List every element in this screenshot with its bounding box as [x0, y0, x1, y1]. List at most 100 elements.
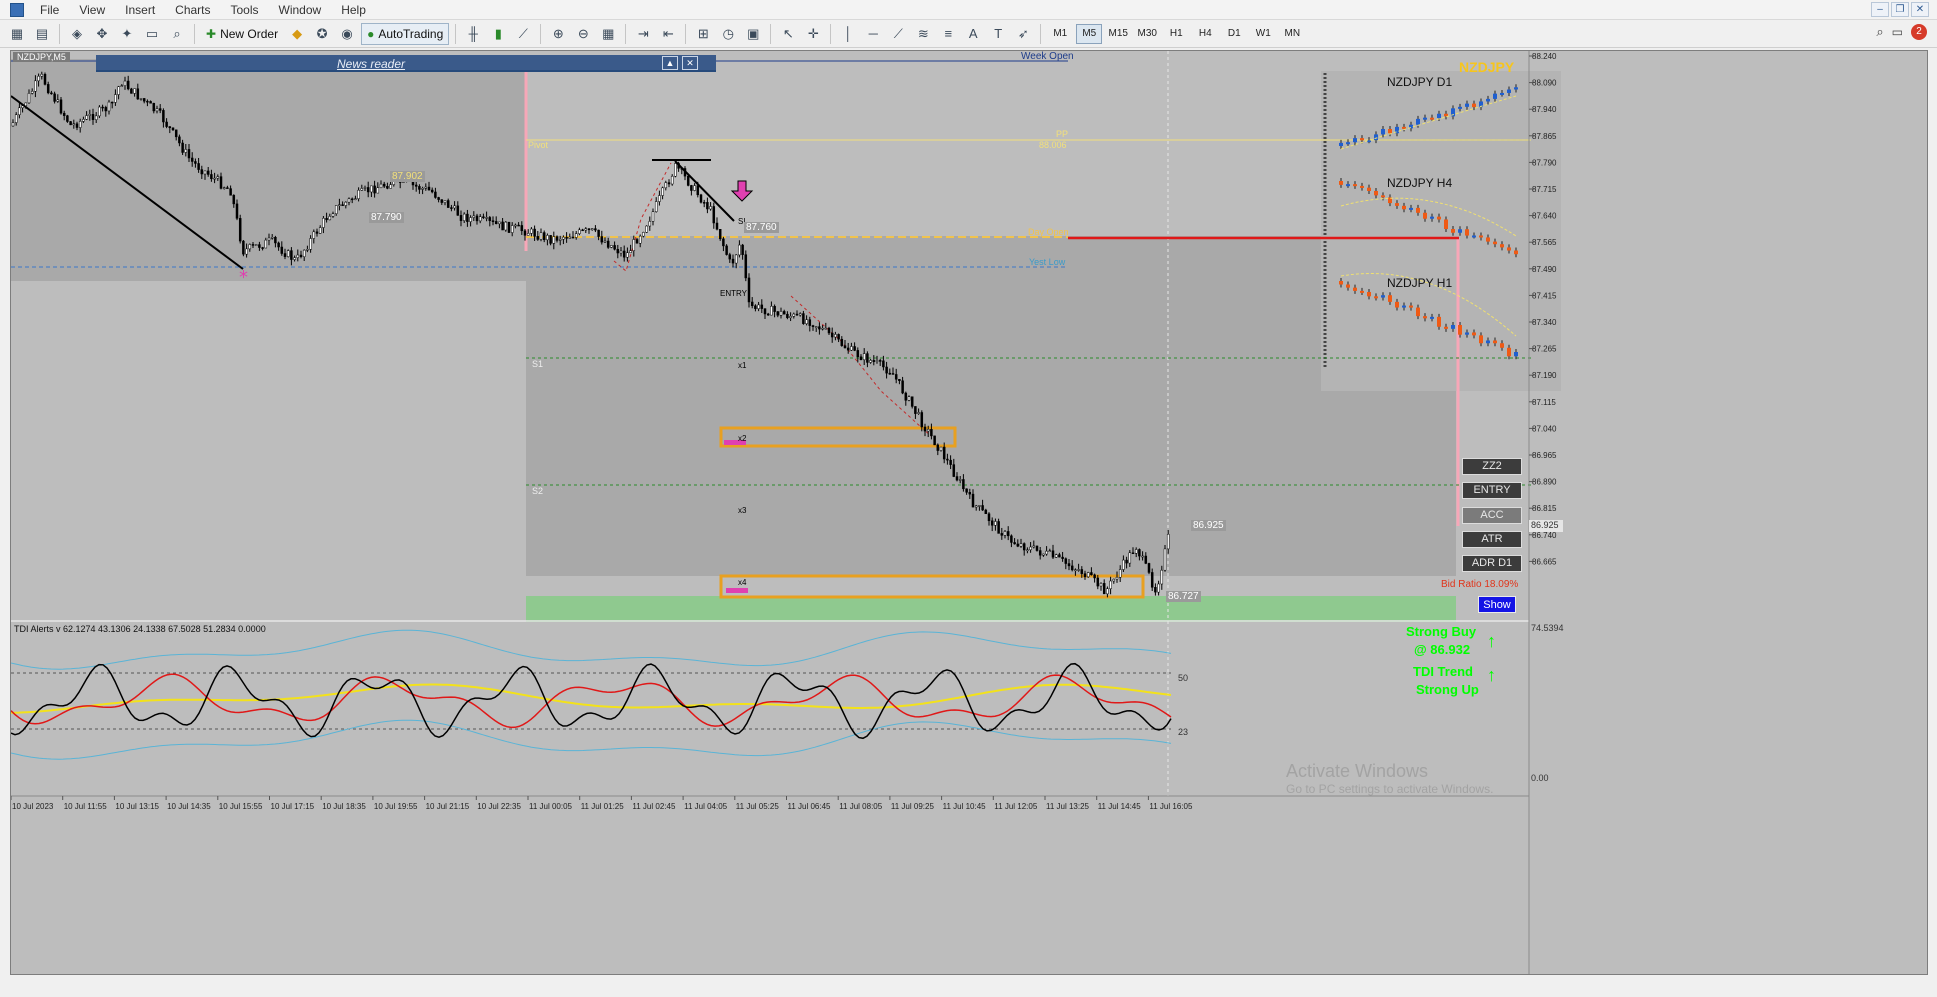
line-chart-icon[interactable]: ⟋ — [512, 23, 534, 45]
show-button[interactable]: Show — [1478, 596, 1516, 613]
zz2-button[interactable]: ZZ2 — [1462, 458, 1522, 475]
timeframe-h1[interactable]: H1 — [1163, 24, 1189, 44]
candle — [866, 353, 869, 363]
menu-window[interactable]: Window — [269, 3, 332, 17]
navigator-icon[interactable]: ✦ — [116, 23, 138, 45]
price-tick-label: 87.640 — [1532, 212, 1557, 221]
atr-button[interactable]: ATR — [1462, 531, 1522, 548]
zoom-out-icon[interactable]: ⊖ — [572, 23, 594, 45]
new-order-button[interactable]: ✚ New Order — [201, 23, 283, 45]
trendline-icon[interactable]: ⟋ — [887, 23, 909, 45]
symbol-tab[interactable]: NZDJPY,M5 — [13, 52, 70, 62]
chart-shift-icon[interactable]: ⇤ — [657, 23, 679, 45]
cursor-icon[interactable]: ↖ — [777, 23, 799, 45]
indicators-icon[interactable]: ⊞ — [692, 23, 714, 45]
text-label-icon[interactable]: T — [987, 23, 1009, 45]
candle — [293, 257, 296, 260]
zoom-in-icon[interactable]: ⊕ — [547, 23, 569, 45]
candle — [536, 236, 540, 240]
tester-icon[interactable]: ⌕ — [166, 23, 188, 45]
mtf-candle — [1360, 290, 1364, 293]
search-icon[interactable]: ⌕ — [1876, 24, 1883, 40]
arrows-icon[interactable]: ➶ — [1012, 23, 1034, 45]
candle — [923, 426, 927, 432]
candle — [94, 115, 98, 120]
candle — [830, 332, 834, 338]
horizontal-line-icon[interactable]: ─ — [862, 23, 884, 45]
candle — [251, 244, 255, 246]
menu-tools[interactable]: Tools — [221, 3, 269, 17]
candle — [414, 184, 418, 187]
close-icon[interactable]: ✕ — [1911, 2, 1929, 17]
x3-label: x3 — [738, 506, 747, 515]
tdi-level-23-label: 23 — [1178, 727, 1189, 737]
vertical-line-icon[interactable]: │ — [837, 23, 859, 45]
toolbar-separator — [685, 23, 687, 44]
collapse-icon[interactable]: ▲ — [662, 56, 678, 70]
chart-window[interactable]: * 88.240 88.090 87.940 87.865 87.790 87.715 87… — [10, 50, 1928, 975]
candle — [779, 311, 783, 316]
timeframe-m15[interactable]: M15 — [1105, 24, 1131, 44]
fibonacci-icon[interactable]: ≡ — [937, 23, 959, 45]
autoscroll-icon[interactable]: ⇥ — [632, 23, 654, 45]
terminal-icon[interactable]: ▭ — [141, 23, 163, 45]
market-watch-icon[interactable]: ◈ — [66, 23, 88, 45]
acc-button[interactable]: ACC — [1462, 507, 1522, 524]
notification-badge[interactable]: 2 — [1911, 24, 1927, 40]
menu-help[interactable]: Help — [331, 3, 376, 17]
candle — [542, 232, 546, 241]
entry-button[interactable]: ENTRY — [1462, 482, 1522, 499]
timeframe-mn[interactable]: MN — [1279, 24, 1305, 44]
candle — [498, 221, 501, 225]
candle — [1064, 558, 1068, 564]
mtf-candle — [1353, 287, 1357, 291]
timeframe-m30[interactable]: M30 — [1134, 24, 1160, 44]
timeframe-d1[interactable]: D1 — [1221, 24, 1247, 44]
data-window-icon[interactable]: ✥ — [91, 23, 113, 45]
timeframe-h4[interactable]: H4 — [1192, 24, 1218, 44]
news-reader-title[interactable]: News reader — [96, 57, 646, 71]
news-reader-bar[interactable]: News reader ▲ ✕ — [96, 55, 716, 72]
periods-icon[interactable]: ◷ — [717, 23, 739, 45]
candle — [210, 174, 213, 180]
close-news-icon[interactable]: ✕ — [682, 56, 698, 70]
metaeditor-icon[interactable]: ◆ — [286, 23, 308, 45]
candlestick-icon[interactable]: ▮ — [487, 23, 509, 45]
menu-view[interactable]: View — [69, 3, 115, 17]
menu-insert[interactable]: Insert — [115, 3, 165, 17]
candle — [661, 187, 664, 196]
candle — [354, 198, 357, 200]
minimize-icon[interactable]: – — [1871, 2, 1889, 17]
text-tool-icon[interactable]: A — [962, 23, 984, 45]
candle — [267, 237, 271, 241]
restore-icon[interactable]: ❐ — [1891, 2, 1909, 17]
experts-icon[interactable]: ✪ — [311, 23, 333, 45]
menu-file[interactable]: File — [30, 3, 69, 17]
new-chart-icon[interactable]: ▦ — [6, 23, 28, 45]
autotrading-button[interactable]: ● AutoTrading — [361, 22, 450, 45]
timeframe-w1[interactable]: W1 — [1250, 24, 1276, 44]
price-chart[interactable]: * 88.240 88.090 87.940 87.865 87.790 87.715 87… — [11, 51, 1928, 975]
chat-icon[interactable]: ▭ — [1892, 25, 1903, 39]
candle — [46, 84, 50, 94]
menu-charts[interactable]: Charts — [165, 3, 220, 17]
timeframe-m1[interactable]: M1 — [1047, 24, 1073, 44]
candle — [434, 191, 437, 198]
channel-icon[interactable]: ≋ — [912, 23, 934, 45]
price-tick-label: 87.790 — [1532, 158, 1557, 167]
crosshair-icon[interactable]: ✛ — [802, 23, 824, 45]
candle — [539, 232, 543, 240]
candle — [994, 521, 997, 526]
bar-chart-icon[interactable]: ╫ — [462, 23, 484, 45]
watermark-line2: Go to PC settings to activate Windows. — [1286, 782, 1494, 796]
candle — [456, 205, 460, 216]
candle — [283, 253, 287, 257]
tile-windows-icon[interactable]: ▦ — [597, 23, 619, 45]
templates-icon[interactable]: ▣ — [742, 23, 764, 45]
timeframe-m5[interactable]: M5 — [1076, 23, 1103, 44]
signals-icon[interactable]: ◉ — [336, 23, 358, 45]
profiles-icon[interactable]: ▤ — [31, 23, 53, 45]
candle — [760, 304, 764, 309]
adr-d1-button[interactable]: ADR D1 — [1462, 555, 1522, 572]
candle — [466, 213, 469, 222]
